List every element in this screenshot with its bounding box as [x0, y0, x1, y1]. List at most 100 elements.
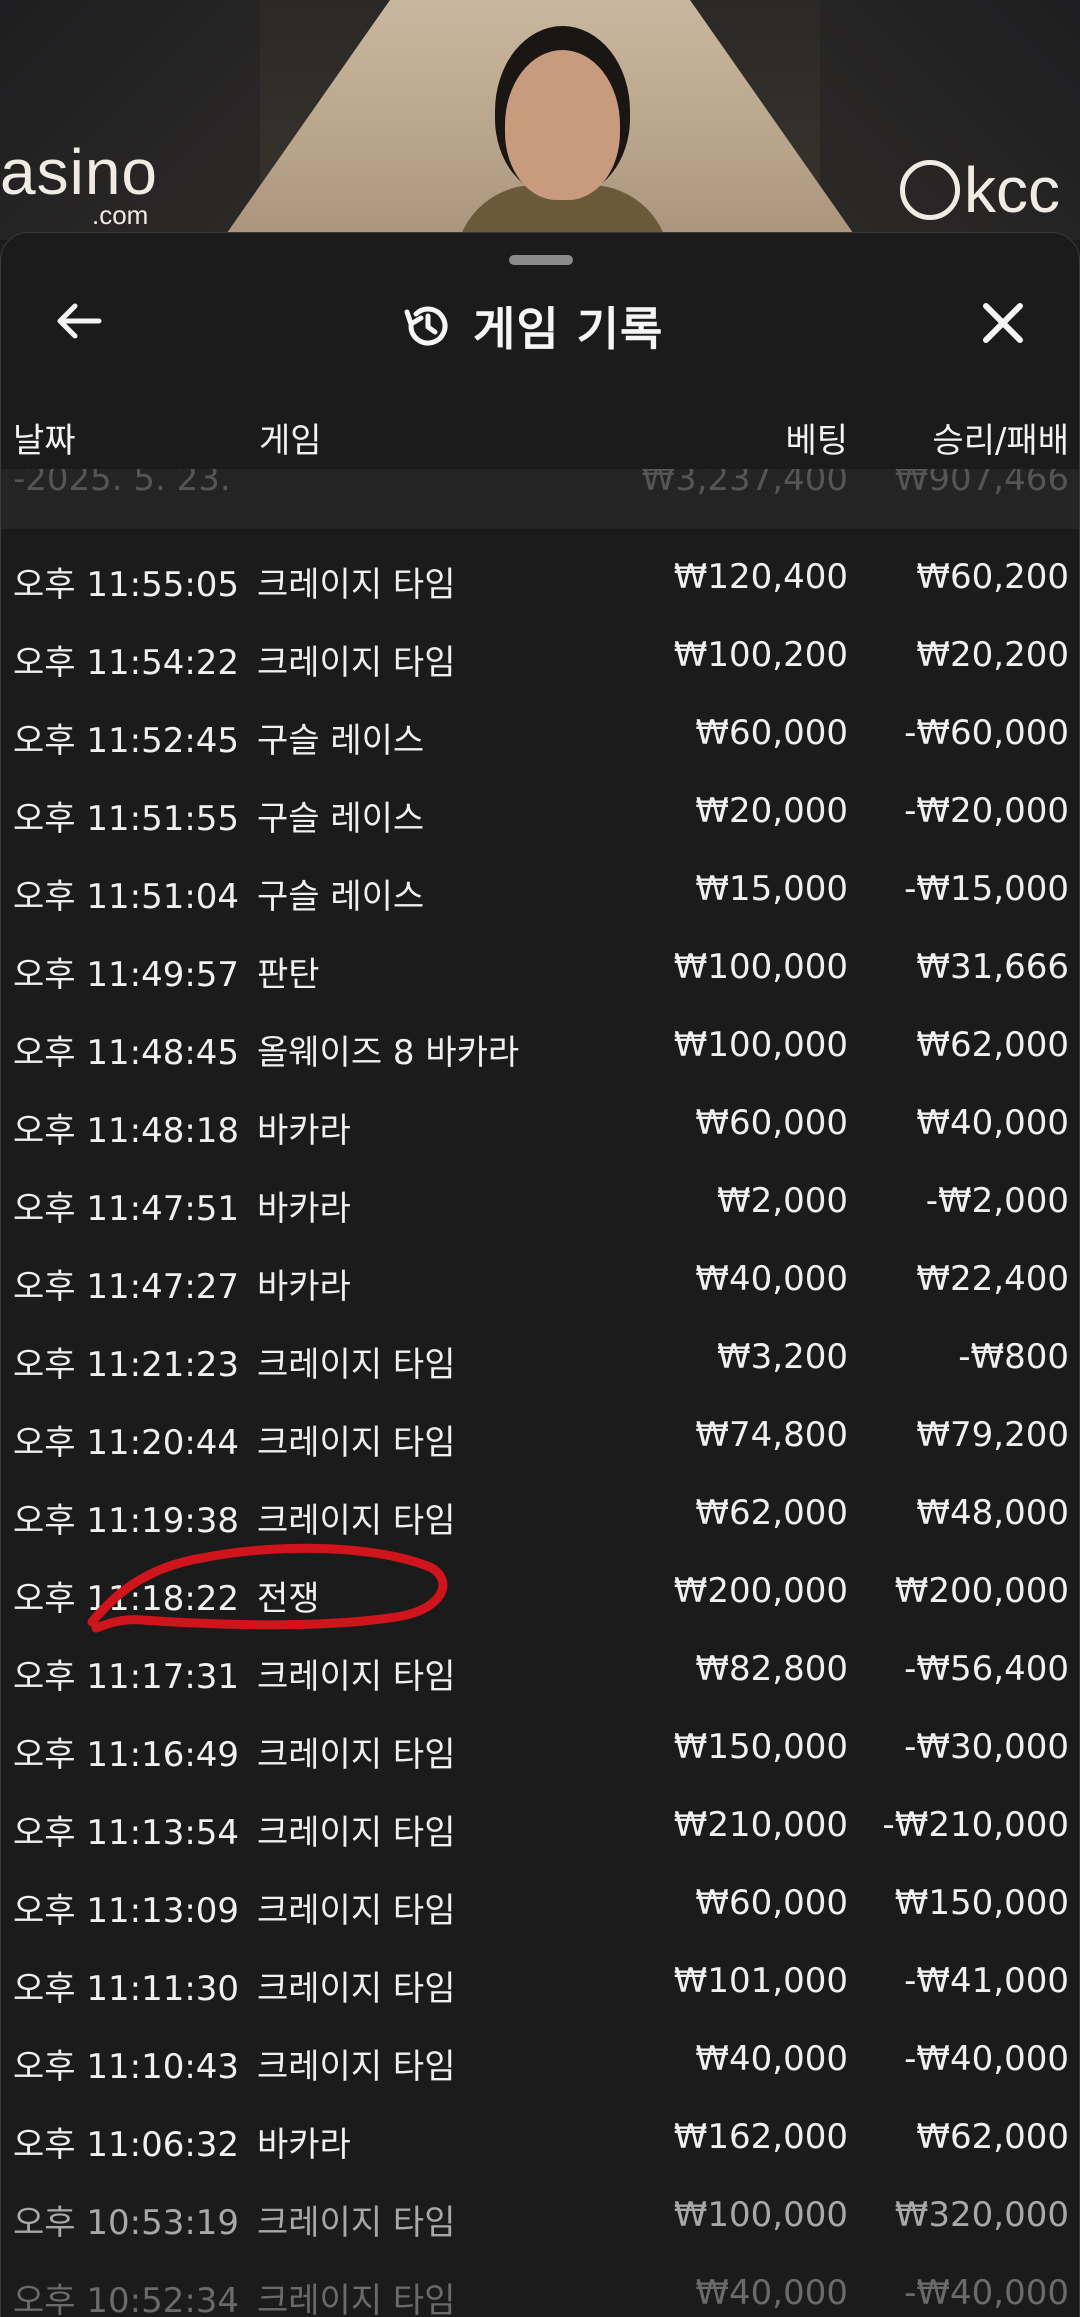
- row-time: 오후 11:17:31: [13, 1657, 240, 1697]
- row-bet: ₩3,200: [717, 1337, 848, 1377]
- row-game: 바카라: [257, 1267, 351, 1307]
- row-game: 크레이지 타임: [257, 1423, 456, 1463]
- row-time: 오후 11:18:22: [13, 1579, 240, 1619]
- history-row[interactable]: 오후 11:11:30 크레이지 타임 ₩101,000 -₩41,000: [1, 1937, 1079, 2015]
- row-game: 판탄: [257, 955, 320, 995]
- history-row[interactable]: 오후 11:51:04 구슬 레이스 ₩15,000 -₩15,000: [1, 845, 1079, 923]
- column-header-game: 게임: [259, 421, 322, 461]
- history-row[interactable]: 오후 11:17:31 크레이지 타임 ₩82,800 -₩56,400: [1, 1625, 1079, 1703]
- summary-date: -2025. 5. 23.: [13, 469, 231, 499]
- row-win-loss: ₩150,000: [894, 1883, 1069, 1923]
- column-header-win-loss: 승리/패배: [932, 421, 1069, 461]
- history-row[interactable]: 오후 11:19:38 크레이지 타임 ₩62,000 ₩48,000: [1, 1469, 1079, 1547]
- row-bet: ₩60,000: [695, 1883, 848, 1923]
- row-win-loss: -₩40,000: [904, 2039, 1069, 2079]
- history-list[interactable]: 오후 11:55:05 크레이지 타임 ₩120,400 ₩60,200 오후 11:5…: [1, 533, 1079, 2317]
- row-bet: ₩60,000: [695, 1103, 848, 1143]
- sheet-drag-handle[interactable]: [509, 255, 573, 265]
- row-win-loss: -₩2,000: [925, 1181, 1069, 1221]
- row-game: 크레이지 타임: [257, 1657, 456, 1697]
- row-bet: ₩100,000: [673, 2195, 848, 2235]
- row-win-loss: ₩62,000: [916, 2117, 1069, 2157]
- row-win-loss: -₩30,000: [904, 1727, 1069, 1767]
- row-bet: ₩62,000: [695, 1493, 848, 1533]
- history-row[interactable]: 오후 11:18:22 전쟁 ₩200,000 ₩200,000: [1, 1547, 1079, 1625]
- arrow-left-icon: [57, 303, 102, 339]
- row-game: 크레이지 타임: [257, 1969, 456, 2009]
- day-summary-row: -2025. 5. 23. ₩3,237,400 ₩907,466: [1, 469, 1079, 529]
- history-row[interactable]: 오후 11:47:27 바카라 ₩40,000 ₩22,400: [1, 1235, 1079, 1313]
- row-game: 크레이지 타임: [257, 1735, 456, 1775]
- dealer-head: [505, 50, 620, 200]
- close-button[interactable]: [971, 291, 1035, 355]
- row-win-loss: -₩41,000: [904, 1961, 1069, 2001]
- row-game: 구슬 레이스: [257, 721, 425, 761]
- row-time: 오후 11:48:18: [13, 1111, 240, 1151]
- row-win-loss: ₩62,000: [916, 1025, 1069, 1065]
- row-time: 오후 10:52:34: [13, 2281, 240, 2317]
- row-time: 오후 11:10:43: [13, 2047, 240, 2087]
- row-bet: ₩20,000: [695, 791, 848, 831]
- history-row[interactable]: 오후 11:10:43 크레이지 타임 ₩40,000 -₩40,000: [1, 2015, 1079, 2093]
- row-time: 오후 11:06:32: [13, 2125, 240, 2165]
- history-row[interactable]: 오후 11:13:54 크레이지 타임 ₩210,000 -₩210,000: [1, 1781, 1079, 1859]
- row-bet: ₩101,000: [673, 1961, 848, 2001]
- row-game: 구슬 레이스: [257, 877, 425, 917]
- row-win-loss: ₩320,000: [894, 2195, 1069, 2235]
- row-game: 크레이지 타임: [257, 643, 456, 683]
- column-header-bet: 베팅: [785, 421, 848, 461]
- row-game: 크레이지 타임: [257, 2203, 456, 2243]
- row-game: 크레이지 타임: [257, 1501, 456, 1541]
- history-row[interactable]: 오후 11:49:57 판탄 ₩100,000 ₩31,666: [1, 923, 1079, 1001]
- history-row[interactable]: 오후 11:13:09 크레이지 타임 ₩60,000 ₩150,000: [1, 1859, 1079, 1937]
- column-header-date: 날짜: [13, 421, 76, 461]
- history-row[interactable]: 오후 11:21:23 크레이지 타임 ₩3,200 -₩800: [1, 1313, 1079, 1391]
- history-row[interactable]: 오후 11:48:45 올웨이즈 8 바카라 ₩100,000 ₩62,000: [1, 1001, 1079, 1079]
- brand-logo-left-domain: .com: [92, 200, 149, 230]
- table-header: 날짜 게임 베팅 승리/패배: [1, 405, 1079, 465]
- history-row[interactable]: 오후 11:51:55 구슬 레이스 ₩20,000 -₩20,000: [1, 767, 1079, 845]
- brand-logo-left: asino: [0, 136, 158, 208]
- row-win-loss: ₩22,400: [916, 1259, 1069, 1299]
- row-bet: ₩82,800: [695, 1649, 848, 1689]
- row-time: 오후 11:52:45: [13, 721, 240, 761]
- row-time: 오후 11:49:57: [13, 955, 240, 995]
- row-win-loss: ₩200,000: [894, 1571, 1069, 1611]
- row-game: 크레이지 타임: [257, 565, 456, 605]
- history-row[interactable]: 오후 11:20:44 크레이지 타임 ₩74,800 ₩79,200: [1, 1391, 1079, 1469]
- history-row[interactable]: 오후 11:52:45 구슬 레이스 ₩60,000 -₩60,000: [1, 689, 1079, 767]
- row-game: 바카라: [257, 1189, 351, 1229]
- row-win-loss: ₩40,000: [916, 1103, 1069, 1143]
- history-row[interactable]: 오후 11:06:32 바카라 ₩162,000 ₩62,000: [1, 2093, 1079, 2171]
- row-time: 오후 11:51:55: [13, 799, 240, 839]
- row-bet: ₩210,000: [673, 1805, 848, 1845]
- row-win-loss: -₩60,000: [904, 713, 1069, 753]
- history-row[interactable]: 오후 11:47:51 바카라 ₩2,000 -₩2,000: [1, 1157, 1079, 1235]
- history-row[interactable]: 오후 11:16:49 크레이지 타임 ₩150,000 -₩30,000: [1, 1703, 1079, 1781]
- history-icon: [404, 306, 448, 346]
- row-game: 구슬 레이스: [257, 799, 425, 839]
- summary-bet: ₩3,237,400: [641, 469, 848, 499]
- row-time: 오후 11:19:38: [13, 1501, 240, 1541]
- history-row[interactable]: 오후 11:54:22 크레이지 타임 ₩100,200 ₩20,200: [1, 611, 1079, 689]
- summary-win-loss: ₩907,466: [894, 469, 1069, 499]
- row-bet: ₩40,000: [695, 1259, 848, 1299]
- sheet-title-group: 게임 기록: [401, 291, 663, 361]
- row-win-loss: -₩40,000: [904, 2273, 1069, 2313]
- history-row[interactable]: 오후 10:52:34 크레이지 타임 ₩40,000 -₩40,000: [1, 2249, 1079, 2317]
- row-bet: ₩100,200: [673, 635, 848, 675]
- history-row[interactable]: 오후 11:48:18 바카라 ₩60,000 ₩40,000: [1, 1079, 1079, 1157]
- row-bet: ₩40,000: [695, 2273, 848, 2313]
- row-game: 바카라: [257, 1111, 351, 1151]
- close-icon: [983, 303, 1023, 343]
- row-time: 오후 11:16:49: [13, 1735, 240, 1775]
- row-bet: ₩162,000: [673, 2117, 848, 2157]
- history-row[interactable]: 오후 10:53:19 크레이지 타임 ₩100,000 ₩320,000: [1, 2171, 1079, 2249]
- row-time: 오후 11:13:54: [13, 1813, 240, 1853]
- row-game: 크레이지 타임: [257, 1345, 456, 1385]
- back-button[interactable]: [49, 291, 109, 351]
- history-row[interactable]: 오후 11:55:05 크레이지 타임 ₩120,400 ₩60,200: [1, 533, 1079, 611]
- row-win-loss: -₩15,000: [904, 869, 1069, 909]
- row-time: 오후 11:21:23: [13, 1345, 240, 1385]
- row-time: 오후 11:20:44: [13, 1423, 240, 1463]
